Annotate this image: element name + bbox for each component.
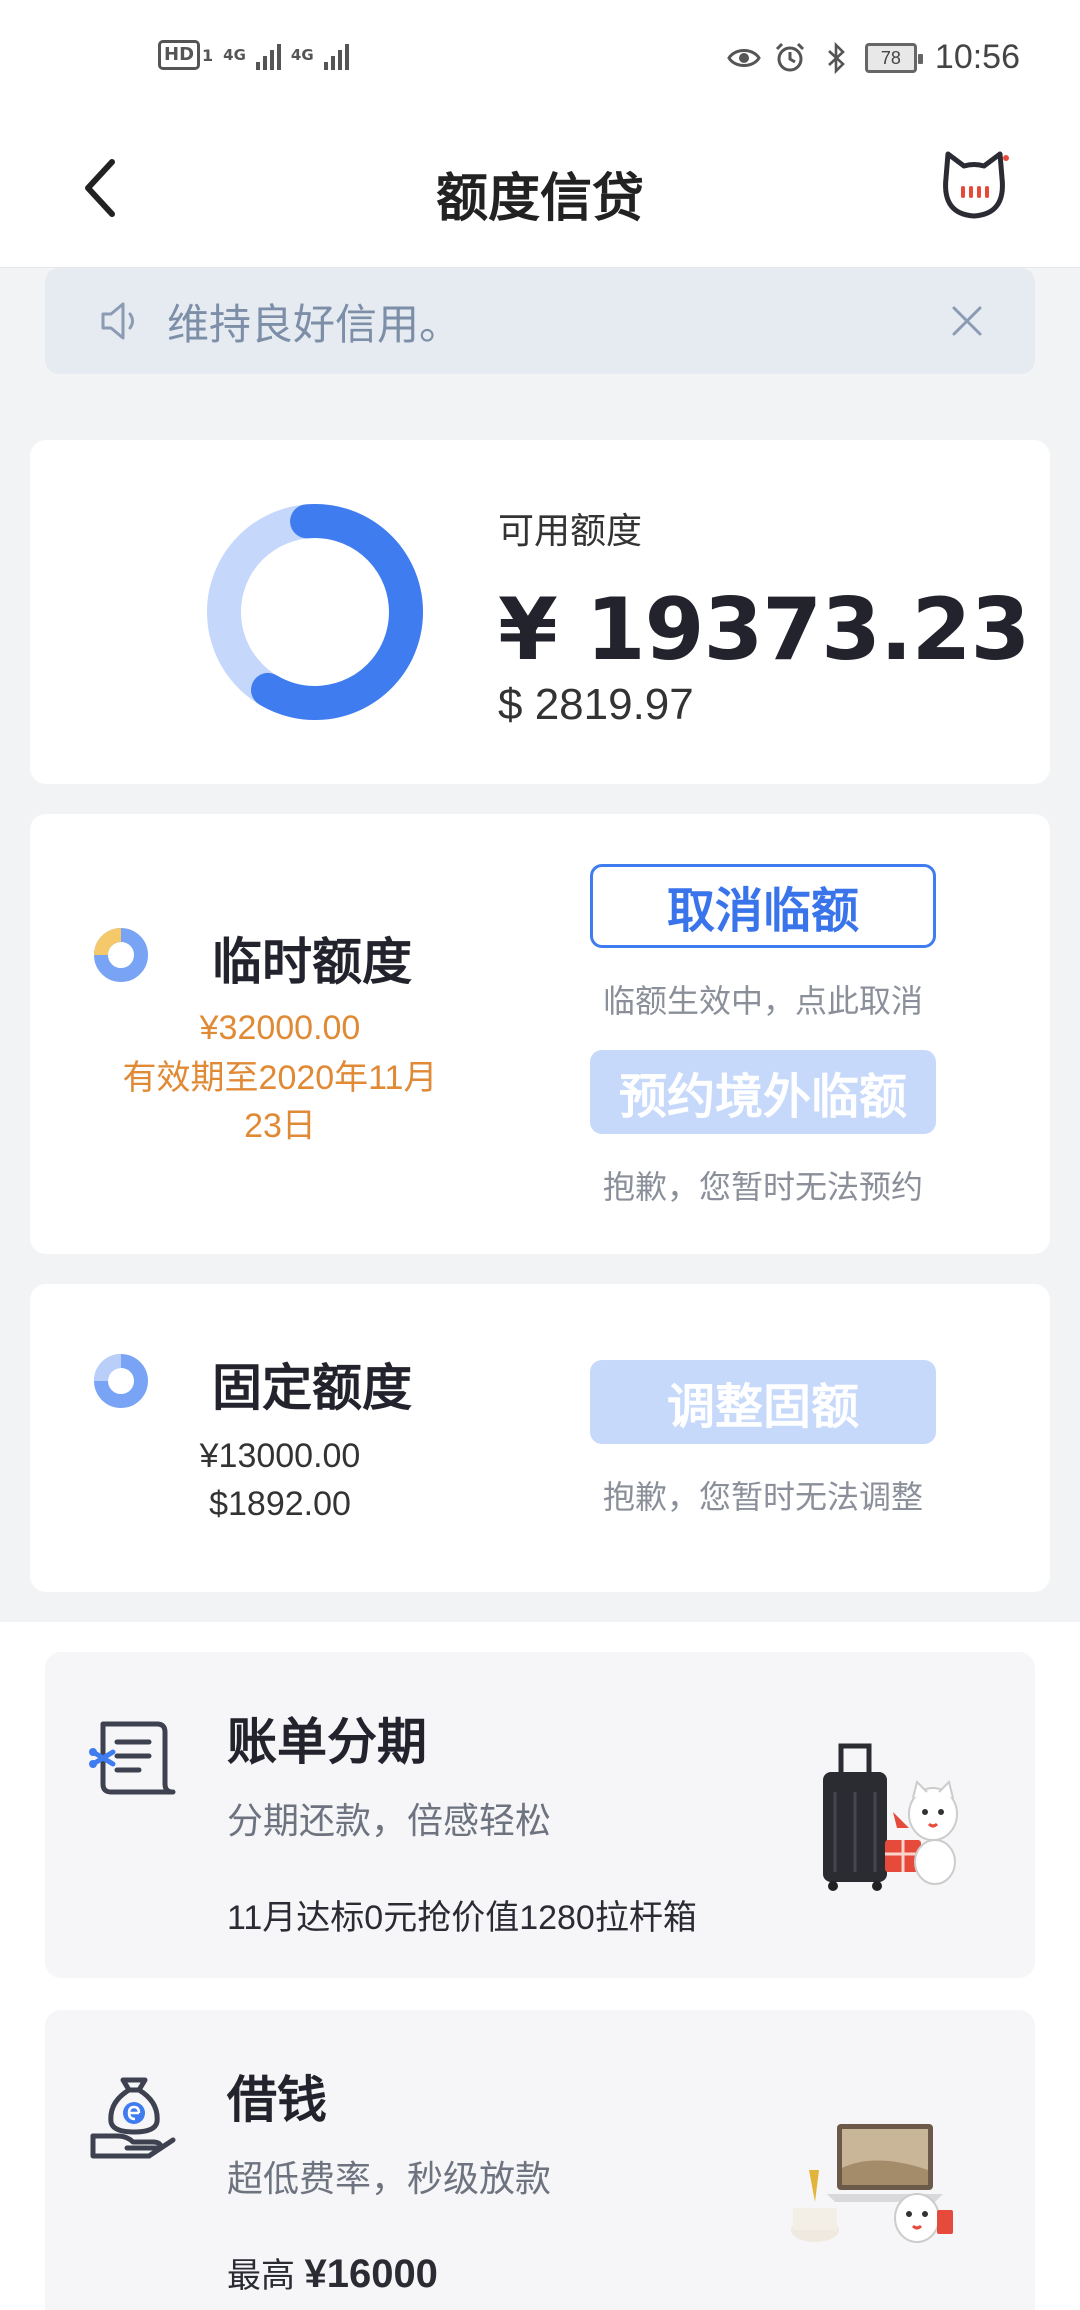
- cancel-temp-quota-note: 临额生效中，点此取消: [602, 982, 923, 1020]
- adjust-fixed-quota-button[interactable]: 调整固额: [590, 1360, 936, 1444]
- nav-bar: 额度信贷: [0, 120, 1080, 268]
- alarm-icon: [775, 42, 804, 71]
- eye-icon: [727, 48, 761, 67]
- borrow-money-footer-prefix: 最高: [227, 2257, 295, 2295]
- status-bar: HD 1 4G 4G 78 10:56: [0, 0, 1080, 120]
- signal-2-label: 4G: [290, 46, 314, 64]
- bill-installment-subtitle: 分期还款，倍感轻松: [227, 1801, 552, 1842]
- fixed-quota-title: 固定额度: [212, 1359, 412, 1417]
- adjust-fixed-quota-note: 抱歉，您暂时无法调整: [602, 1478, 923, 1516]
- available-quota-label: 可用额度: [498, 511, 643, 552]
- fixed-quota-usd: $1892.00: [209, 1485, 351, 1523]
- bill-installment-title: 账单分期: [227, 1713, 427, 1771]
- page-title: 额度信贷: [435, 169, 644, 229]
- reserve-overseas-quota-button[interactable]: 预约境外临额: [590, 1050, 936, 1134]
- temp-quota-card: 临时额度 ¥32000.00 有效期至2020年11月 23日 取消临额 临额生…: [30, 814, 1050, 1254]
- borrow-money-card[interactable]: 借钱 超低费率，秒级放款 最高 ¥16000: [45, 2010, 1035, 2310]
- temp-quota-icon: [94, 928, 148, 982]
- reserve-overseas-quota-note: 抱歉，您暂时无法预约: [602, 1168, 923, 1206]
- signal-1-icon: [255, 40, 281, 70]
- notice-close-button[interactable]: [939, 293, 995, 349]
- temp-quota-amount: ¥32000.00: [199, 1009, 361, 1047]
- status-bar-left: HD 1 4G 4G: [158, 40, 349, 70]
- borrow-money-title: 借钱: [227, 2071, 327, 2129]
- battery-indicator: 78: [864, 42, 923, 73]
- close-icon: [952, 306, 982, 336]
- bill-installment-icon: [89, 1721, 176, 1795]
- borrow-money-footer: 最高 ¥16000: [227, 2248, 438, 2297]
- fixed-quota-card: 固定额度 ¥13000.00 $1892.00 调整固额 抱歉，您暂时无法调整: [30, 1284, 1050, 1592]
- bill-installment-card[interactable]: 账单分期 分期还款，倍感轻松 11月达标0元抢价值1280拉杆箱: [45, 1652, 1035, 1978]
- hd-sub: 1: [202, 45, 214, 65]
- speaker-icon: [101, 302, 134, 340]
- notice-text: 维持良好信用。: [167, 299, 462, 349]
- available-quota-card: 可用额度 ¥ 19373.23 $ 2819.97: [30, 440, 1050, 784]
- cancel-temp-quota-button[interactable]: 取消临额: [590, 864, 936, 948]
- available-quota-usd: $ 2819.97: [498, 680, 694, 729]
- temp-quota-validity-2: 23日: [244, 1107, 316, 1145]
- fixed-quota-cny: ¥13000.00: [199, 1437, 361, 1475]
- luggage-illustration: [823, 1743, 958, 1891]
- hd-badge: HD: [158, 40, 201, 70]
- money-bag-hand-icon: [90, 2077, 176, 2159]
- signal-1-label: 4G: [223, 46, 246, 64]
- cat-assistant-icon: [943, 151, 1009, 219]
- bluetooth-icon: [828, 41, 845, 74]
- available-quota-cny: ¥ 19373.23: [498, 580, 1030, 680]
- temp-quota-validity-1: 有效期至2020年11月: [122, 1059, 438, 1097]
- status-bar-right: 78 10:56: [727, 38, 1020, 77]
- assistant-button[interactable]: [936, 148, 1012, 224]
- fixed-quota-icon: [94, 1354, 148, 1408]
- signal-2-icon: [323, 40, 349, 70]
- available-quota-donut: [207, 504, 423, 720]
- bill-installment-footer: 11月达标0元抢价值1280拉杆箱: [227, 1899, 697, 1937]
- clock: 10:56: [934, 38, 1020, 76]
- borrow-money-max-amount: ¥16000: [304, 2252, 438, 2296]
- laptop-illustration: [791, 2124, 953, 2243]
- temp-quota-title: 临时额度: [212, 933, 412, 991]
- services-section: 账单分期 分期还款，倍感轻松 11月达标0元抢价值1280拉杆箱 借钱 超低费率…: [0, 1622, 1080, 2310]
- notice-banner: 维持良好信用。: [45, 268, 1035, 374]
- borrow-money-subtitle: 超低费率，秒级放款: [227, 2159, 552, 2200]
